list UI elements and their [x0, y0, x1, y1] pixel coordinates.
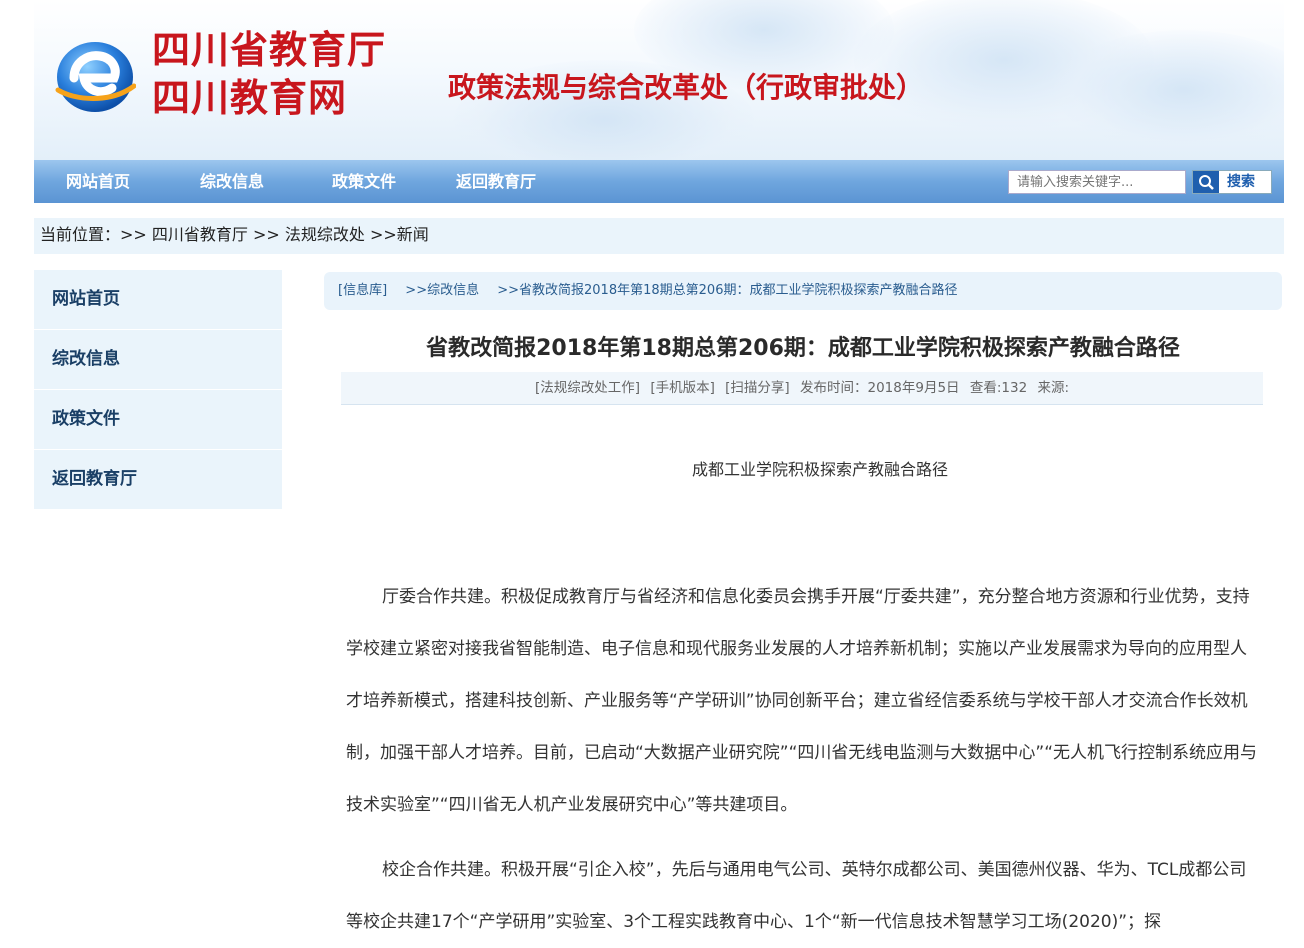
path-link-library[interactable]: [信息库]: [338, 283, 387, 298]
logo-line1: 四川省教育厅: [152, 27, 387, 72]
article-meta: [法规综改处工作] [手机版本] [扫描分享] 发布时间：2018年9月5日 查…: [341, 372, 1263, 405]
logo-text: 四川省教育厅 四川教育网: [152, 26, 386, 122]
header-banner: 四川省教育厅 四川教育网 政策法规与综合改革处（行政审批处）: [34, 0, 1284, 160]
article-title: 省教改简报2018年第18期总第206期：成都工业学院积极探索产教融合路径: [426, 336, 1180, 361]
sidebar-item-policy-docs[interactable]: 政策文件: [34, 390, 282, 450]
meta-share-link[interactable]: [扫描分享]: [725, 380, 790, 396]
article-path: [信息库] >>综改信息 >>省教改简报2018年第18期总第206期：成都工业…: [324, 272, 1282, 310]
meta-category-link[interactable]: [法规综改处工作]: [535, 380, 640, 396]
path-link-article[interactable]: >>省教改简报2018年第18期总第206期：成都工业学院积极探索产教融合路径: [497, 283, 957, 298]
meta-source: 来源:: [1037, 380, 1070, 396]
department-title: 政策法规与综合改革处（行政审批处）: [448, 71, 925, 104]
sidebar-item-home[interactable]: 网站首页: [34, 270, 282, 330]
article-paragraph: 厅委合作共建。积极促成教育厅与省经济和信息化委员会携手开展“厅委共建”，充分整合…: [346, 587, 1258, 815]
meta-mobile-link[interactable]: [手机版本]: [650, 380, 715, 396]
path-link-reform-info[interactable]: >>综改信息: [405, 283, 479, 298]
sidebar: 网站首页 综改信息 政策文件 返回教育厅: [34, 270, 282, 510]
meta-view-count: 查看:132: [969, 380, 1028, 396]
page: 四川省教育厅 四川教育网 政策法规与综合改革处（行政审批处） 网站首页 综改信息…: [0, 0, 1304, 932]
main-nav: 网站首页 综改信息 政策文件 返回教育厅 搜索: [34, 160, 1284, 203]
meta-publish-date: 发布时间：2018年9月5日: [800, 380, 960, 396]
search-button-label: 搜索: [1227, 174, 1255, 190]
nav-item-home[interactable]: 网站首页: [66, 160, 130, 203]
e-globe-logo-icon: [54, 38, 137, 116]
nav-item-back-to-dept[interactable]: 返回教育厅: [456, 160, 536, 203]
search-icon: [1193, 171, 1219, 193]
nav-item-reform-info[interactable]: 综改信息: [200, 160, 264, 203]
sidebar-item-back-to-dept[interactable]: 返回教育厅: [34, 450, 282, 510]
cloud-decoration: [1054, 30, 1284, 150]
sidebar-item-reform-info[interactable]: 综改信息: [34, 330, 282, 390]
breadcrumb: 当前位置：>> 四川省教育厅 >> 法规综改处 >>新闻: [34, 218, 1284, 254]
article-paragraph: 校企合作共建。积极开展“引企入校”，先后与通用电气公司、英特尔成都公司、美国德州…: [346, 860, 1247, 932]
search-button[interactable]: 搜索: [1192, 170, 1272, 194]
search-input[interactable]: [1008, 170, 1186, 194]
nav-item-policy-docs[interactable]: 政策文件: [332, 160, 396, 203]
logo-line2: 四川教育网: [152, 75, 348, 120]
article-subheading: 成都工业学院积极探索产教融合路径: [691, 460, 948, 479]
